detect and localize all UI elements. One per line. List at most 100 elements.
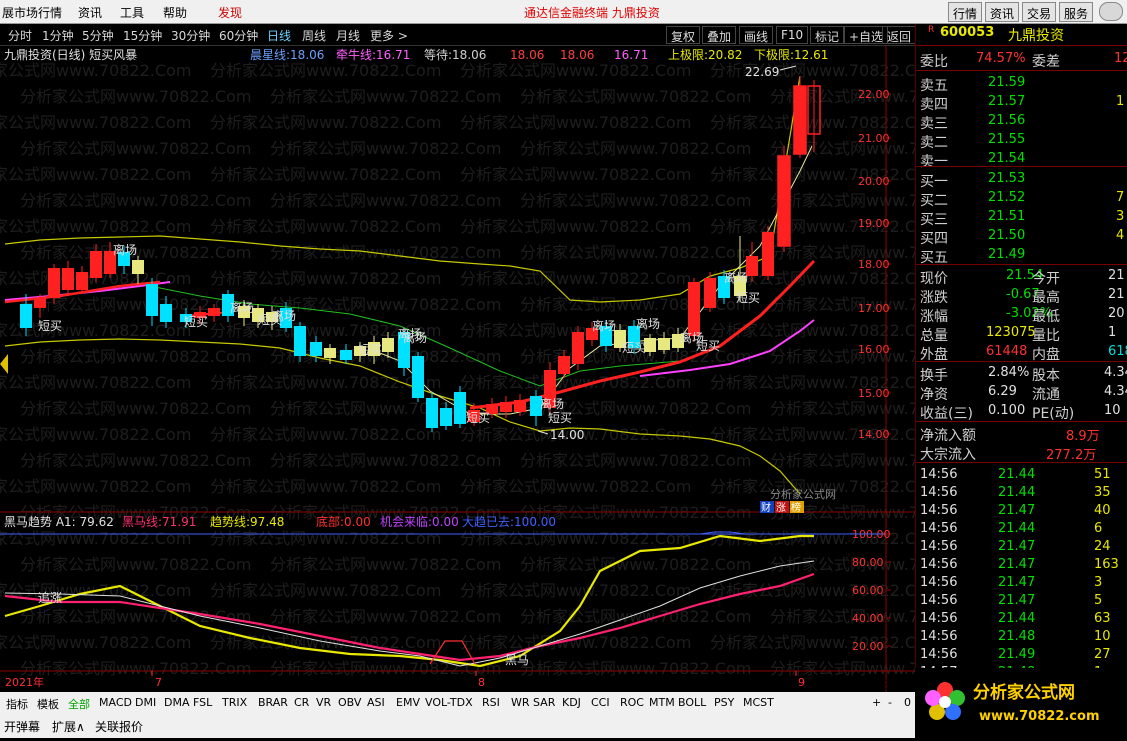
tab-monthly[interactable]: 月线: [336, 27, 360, 44]
indicator-tab[interactable]: 全部: [68, 696, 90, 712]
tab-daily[interactable]: 日线: [267, 27, 291, 44]
stat2-label: 换手: [920, 368, 948, 383]
btn-danmu[interactable]: 开弹幕: [4, 718, 40, 735]
zoom-reset-button[interactable]: 0: [904, 696, 911, 709]
zoom-in-button[interactable]: +: [872, 696, 881, 709]
indicator-tab[interactable]: CCI: [591, 696, 610, 709]
low-price-label: 14.00: [550, 428, 584, 442]
watermark-text: 分析家公式网www.70822.Com: [710, 581, 915, 600]
indicator-tab[interactable]: 指标: [6, 696, 28, 712]
tick-row: 14:56 21.47 24: [916, 538, 1127, 557]
btn-restore-rights[interactable]: 复权: [666, 26, 701, 44]
candle-body: [160, 304, 172, 322]
indicator-value: 18.06: [560, 48, 594, 62]
indicator-tick-label: 60.00: [852, 584, 884, 597]
indicator-tab[interactable]: BOLL: [678, 696, 706, 709]
tick-price: 21.44: [998, 485, 1036, 500]
tick-volume: 40: [1094, 503, 1111, 518]
indicator-tab[interactable]: WR: [511, 696, 530, 709]
tab-60min[interactable]: 60分钟: [219, 27, 258, 44]
indicator-tab[interactable]: CR: [294, 696, 309, 709]
window-control-icon[interactable]: [1099, 2, 1123, 21]
candle-body: [62, 268, 74, 290]
indicator-tab[interactable]: MACD: [99, 696, 132, 709]
menu-news[interactable]: 资讯: [78, 4, 102, 21]
stat-value: 1: [1108, 325, 1117, 340]
tick-time: 14:56: [920, 557, 958, 572]
tick-time: 14:56: [920, 575, 958, 590]
menu-discover[interactable]: 发现: [218, 4, 242, 21]
zoom-out-button[interactable]: -: [888, 696, 892, 709]
price-tick-label: 17.00: [858, 302, 890, 315]
btn-f10[interactable]: F10: [776, 26, 809, 44]
indicator-tab[interactable]: BRAR: [258, 696, 288, 709]
tab-fenshi[interactable]: 分时: [8, 27, 32, 44]
indicator-tab[interactable]: RSI: [482, 696, 500, 709]
tick-volume: 10: [1094, 629, 1111, 644]
window-title: 通达信金融终端 九鼎投资: [524, 6, 660, 20]
menu-market[interactable]: 展市场行情: [2, 4, 62, 21]
btn-expand[interactable]: 扩展∧: [52, 718, 85, 735]
quote-panel: R 600053 九鼎投资 委比 74.57% 委差 12 卖五 21.59 卖四 2…: [915, 24, 1127, 692]
stat2-row: 净资 6.29 流通 4.34: [916, 383, 1127, 402]
tick-time: 14:56: [920, 629, 958, 644]
tick-volume: 163: [1094, 557, 1119, 572]
watermark-text: 分析家公式网www.70822.Com: [0, 425, 191, 444]
btn-back[interactable]: 返回: [882, 26, 917, 44]
candle-body: [558, 356, 570, 374]
candle-body: [324, 348, 336, 358]
btn-quote[interactable]: 行情: [948, 2, 983, 22]
watermark-text: 分析家公式网www.70822.Com: [0, 633, 191, 652]
tab-weekly[interactable]: 周线: [302, 27, 326, 44]
btn-mark[interactable]: 标记: [810, 26, 845, 44]
watermark-text: 分析家公式网www.70822.Com: [270, 87, 501, 106]
indicator-tab[interactable]: ROC: [620, 696, 644, 709]
indicator-tab[interactable]: EMV: [396, 696, 420, 709]
tab-5min[interactable]: 5分钟: [82, 27, 114, 44]
indicator-tab[interactable]: KDJ: [562, 696, 581, 709]
indicator-tab[interactable]: ASI: [367, 696, 385, 709]
menu-help[interactable]: 帮助: [163, 4, 187, 21]
tick-row: 14:56 21.44 6: [916, 520, 1127, 539]
watermark-text: 分析家公式网www.70822.Com: [520, 659, 751, 678]
menu-tools[interactable]: 工具: [120, 4, 144, 21]
buy-volume: 3: [1116, 209, 1125, 224]
stat-label: 外盘: [920, 347, 948, 362]
indicator-tab[interactable]: TRIX: [222, 696, 247, 709]
tick-price: 21.47: [998, 503, 1036, 518]
btn-draw-line[interactable]: 画线: [739, 26, 774, 44]
indicator-tab[interactable]: SAR: [533, 696, 555, 709]
buy-label: 买一: [920, 174, 948, 189]
signal-buy-label: 短买: [358, 343, 382, 357]
signal-exit-label: 离场: [724, 270, 748, 285]
tab-30min[interactable]: 30分钟: [171, 27, 210, 44]
buy-row: 买五 21.49: [916, 246, 1127, 265]
btn-trade[interactable]: 交易: [1022, 2, 1057, 22]
btn-info[interactable]: 资讯: [985, 2, 1020, 22]
watermark-text: 分析家公式网www.70822.Com: [20, 659, 251, 678]
tick-volume: 6: [1094, 521, 1103, 536]
tab-more[interactable]: 更多 >: [370, 27, 408, 44]
indicator-tab[interactable]: FSL: [193, 696, 212, 709]
btn-overlay[interactable]: 叠加: [702, 26, 737, 44]
indicator-tab[interactable]: DMA: [164, 696, 190, 709]
stat2-row: 收益(三) 0.100 PE(动) 10: [916, 402, 1127, 421]
chart-area[interactable]: 分析家公式网www.70822.Com 分析家公式网www.70822.Com 分析…: [0, 46, 1001, 692]
indicator-tab[interactable]: VR: [316, 696, 331, 709]
btn-service[interactable]: 服务: [1059, 2, 1094, 22]
indicator-tab[interactable]: VOL-TDX: [425, 696, 473, 709]
indicator-tab[interactable]: DMI: [135, 696, 156, 709]
indicator-tab[interactable]: PSY: [714, 696, 734, 709]
indicator-tab[interactable]: MCST: [743, 696, 774, 709]
btn-linked-quote[interactable]: 关联报价: [95, 718, 143, 735]
tab-15min[interactable]: 15分钟: [123, 27, 162, 44]
indicator-tab[interactable]: 模板: [37, 696, 59, 712]
tick-row: 14:56 21.44 63: [916, 610, 1127, 629]
buy-label: 买五: [920, 250, 948, 265]
indicator-tab[interactable]: MTM: [649, 696, 675, 709]
tick-row: 14:56 21.48 10: [916, 628, 1127, 647]
watermark-text: 分析家公式网www.70822.Com: [460, 61, 691, 80]
kline-chart[interactable]: 分析家公式网www.70822.Com 分析家公式网www.70822.Com 分析…: [0, 46, 1001, 692]
indicator-tab[interactable]: OBV: [338, 696, 361, 709]
tab-1min[interactable]: 1分钟: [42, 27, 74, 44]
